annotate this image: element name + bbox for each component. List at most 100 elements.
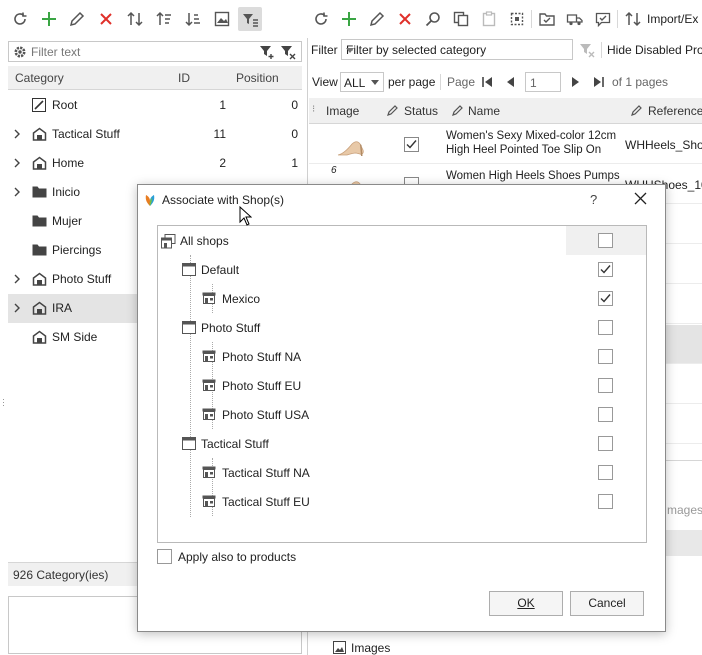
product-grid-header: ⁝ Image Status Name Reference: [309, 98, 702, 124]
category-row[interactable]: Home 2 1: [8, 149, 302, 178]
delete-icon[interactable]: [94, 7, 118, 31]
filter-list-icon[interactable]: [238, 7, 262, 31]
page-label: Page: [447, 75, 476, 89]
column-header-image[interactable]: Image: [326, 104, 359, 118]
import-export-label[interactable]: Import/Ex: [647, 12, 698, 26]
shop-row[interactable]: Photo Stuff EU: [158, 371, 646, 400]
product-toolbar: Import/Ex: [309, 0, 702, 38]
category-label: Home: [52, 156, 85, 170]
ok-button-label: OK: [517, 596, 535, 610]
paste-icon[interactable]: [477, 7, 501, 31]
chevron-right-icon[interactable]: [14, 303, 21, 313]
column-header-name[interactable]: Name: [468, 104, 500, 118]
approve-icon[interactable]: [591, 7, 615, 31]
page-number-input[interactable]: 1: [525, 72, 561, 92]
shop-row[interactable]: Tactical Stuff EU: [158, 487, 646, 516]
store-icon: [32, 156, 47, 170]
shop-row[interactable]: Photo Stuff: [158, 313, 646, 342]
add-filter-icon[interactable]: [259, 44, 275, 60]
hide-disabled-toggle[interactable]: Hide Disabled Pro: [607, 43, 702, 57]
category-filter-select[interactable]: Filter by selected category: [341, 39, 573, 60]
shop-label: All shops: [180, 234, 229, 248]
truck-icon[interactable]: [563, 7, 587, 31]
shop-checkbox[interactable]: [598, 465, 613, 480]
search-icon[interactable]: [421, 7, 445, 31]
sort-descending-icon[interactable]: [181, 7, 205, 31]
app-logo-icon: [143, 193, 157, 207]
apply-to-products-checkbox[interactable]: [157, 549, 172, 564]
shop-row[interactable]: Tactical Stuff NA: [158, 458, 646, 487]
cancel-button[interactable]: Cancel: [570, 591, 644, 616]
column-header-reference[interactable]: Reference: [648, 104, 702, 118]
shop-row[interactable]: Mexico: [158, 284, 646, 313]
shop-row[interactable]: Default: [158, 255, 646, 284]
refresh-icon[interactable]: [309, 7, 333, 31]
filter-disabled-icon[interactable]: [579, 42, 595, 58]
category-position: 0: [291, 127, 298, 141]
shop-checkbox[interactable]: [598, 233, 613, 248]
copy-icon[interactable]: [449, 7, 473, 31]
import-export-icon[interactable]: [621, 7, 645, 31]
category-row[interactable]: Tactical Stuff 11 0: [8, 120, 302, 149]
window-icon: [182, 263, 196, 276]
folder-check-icon[interactable]: [535, 7, 559, 31]
shop-checkbox[interactable]: [598, 291, 613, 306]
column-header-position[interactable]: Position: [236, 71, 279, 85]
ok-button[interactable]: OK: [489, 591, 563, 616]
add-icon[interactable]: [337, 7, 361, 31]
delete-icon[interactable]: [393, 7, 417, 31]
filter-separator: [601, 42, 602, 58]
shop-row[interactable]: All shops: [158, 226, 646, 255]
total-pages-label: of 1 pages: [612, 75, 669, 89]
store-icon: [32, 127, 47, 141]
images-tab-label[interactable]: mages: [667, 503, 702, 517]
close-button[interactable]: [634, 192, 647, 205]
edit-icon[interactable]: [65, 7, 89, 31]
first-page-icon[interactable]: [481, 76, 493, 88]
store-icon: [32, 301, 47, 315]
product-row[interactable]: Women's Sexy Mixed-color 12cm High Heel …: [309, 125, 702, 164]
shop-checkbox[interactable]: [598, 378, 613, 393]
column-header-status[interactable]: Status: [404, 104, 438, 118]
edit-icon[interactable]: [365, 7, 389, 31]
shop-row[interactable]: Photo Stuff USA: [158, 400, 646, 429]
shop-checkbox[interactable]: [598, 262, 613, 277]
move-up-down-icon[interactable]: [123, 7, 147, 31]
chevron-right-icon[interactable]: [14, 129, 21, 139]
clear-filter-icon[interactable]: [280, 44, 296, 60]
image-edit-icon[interactable]: [210, 7, 234, 31]
product-reference: WHHeels_Shoe: [625, 138, 702, 152]
shop-checkbox[interactable]: [598, 436, 613, 451]
apply-to-products-option[interactable]: Apply also to products: [157, 549, 457, 567]
add-icon[interactable]: [37, 7, 61, 31]
status-checkbox[interactable]: [404, 137, 419, 152]
select-icon[interactable]: [505, 7, 529, 31]
chevron-right-icon[interactable]: [14, 158, 21, 168]
category-row[interactable]: Root 1 0: [8, 91, 302, 120]
shop-checkbox[interactable]: [598, 320, 613, 335]
shop-checkbox[interactable]: [598, 407, 613, 422]
help-button[interactable]: ?: [590, 192, 597, 207]
last-page-icon[interactable]: [593, 76, 605, 88]
category-filter-field[interactable]: [8, 41, 302, 62]
splitter-handle[interactable]: · · ·: [2, 395, 5, 410]
sort-ascending-icon[interactable]: [152, 7, 176, 31]
shop-checkbox[interactable]: [598, 349, 613, 364]
chevron-right-icon[interactable]: [14, 274, 21, 284]
previous-page-icon[interactable]: [505, 76, 517, 88]
shop-row[interactable]: Tactical Stuff: [158, 429, 646, 458]
shop-checkbox[interactable]: [598, 494, 613, 509]
images-tab[interactable]: Images: [331, 640, 451, 655]
next-page-icon[interactable]: [569, 76, 581, 88]
gear-icon[interactable]: [12, 44, 28, 60]
chevron-right-icon[interactable]: [14, 187, 21, 197]
refresh-icon[interactable]: [8, 7, 32, 31]
shop-row[interactable]: Photo Stuff NA: [158, 342, 646, 371]
per-page-select[interactable]: ALL: [340, 72, 384, 92]
column-header-category[interactable]: Category: [15, 71, 64, 85]
category-label: Tactical Stuff: [52, 127, 120, 141]
filter-text-input[interactable]: [31, 43, 251, 60]
column-header-id[interactable]: ID: [178, 71, 190, 85]
grid-menu-icon[interactable]: ⁝: [312, 104, 315, 115]
image-count-badge: 6: [331, 165, 337, 176]
